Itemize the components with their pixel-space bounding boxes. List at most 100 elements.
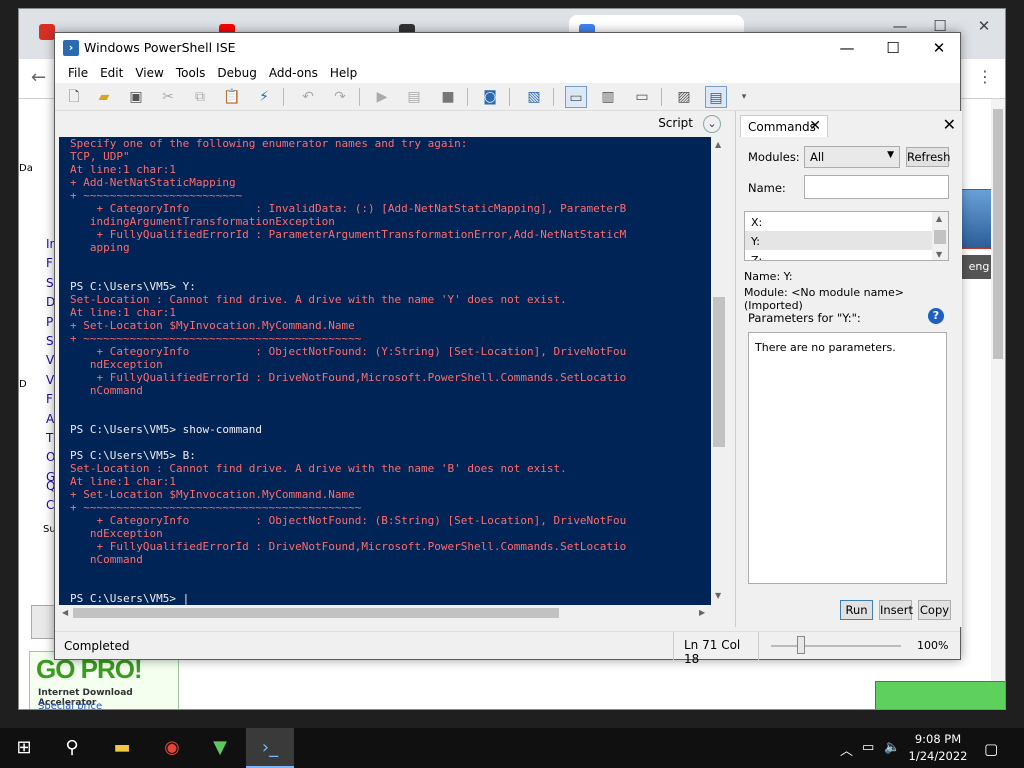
volume-icon[interactable]: 🔈 (884, 740, 900, 755)
scrollbar-thumb[interactable] (993, 109, 1003, 359)
save-icon[interactable]: ▣ (125, 86, 147, 108)
clear-console-icon[interactable]: ⚡ (253, 86, 275, 108)
file-explorer-icon[interactable]: ▬ (98, 728, 146, 768)
menu-tools[interactable]: Tools (170, 63, 212, 83)
toolbar-separator (467, 88, 468, 106)
run-selection-icon[interactable]: ▤ (403, 86, 425, 108)
menu-file[interactable]: File (62, 63, 94, 83)
chrome-icon[interactable]: ◉ (148, 728, 196, 768)
status-bar: Completed Ln 71 Col 18 100% (55, 631, 960, 666)
chevron-down-icon[interactable]: ⌄ (703, 115, 721, 133)
menu-help[interactable]: Help (324, 63, 363, 83)
menu-add-ons[interactable]: Add-ons (263, 63, 324, 83)
name-input[interactable] (804, 175, 949, 199)
console-line: Set-Location : Cannot find drive. A driv… (70, 293, 567, 306)
script-label[interactable]: Script (658, 116, 693, 130)
search-icon[interactable]: ⚲ (48, 728, 96, 768)
maximize-icon[interactable]: ☐ (870, 33, 916, 63)
windows-start-icon[interactable]: ⊞ (0, 728, 48, 768)
menu-view[interactable]: View (129, 63, 169, 83)
console-pane[interactable]: Specify one of the following enumerator … (59, 137, 711, 605)
script-pane-right-icon[interactable]: ▥ (597, 86, 619, 108)
run-script-icon[interactable]: ▶ (371, 86, 393, 108)
copy-button[interactable]: Copy (918, 600, 951, 620)
new-file-icon[interactable]: 🗋 (63, 86, 85, 108)
console-line: + FullyQualifiedErrorId : DriveNotFound,… (70, 540, 627, 553)
script-pane-maximized-icon[interactable]: ▭ (631, 86, 653, 108)
modules-select[interactable]: All ▼ (804, 146, 900, 168)
clock-date: 1/24/2022 (908, 749, 968, 763)
show-hidden-icons-icon[interactable]: ︿ (840, 740, 853, 759)
script-pane-top-icon[interactable]: ▭ (565, 86, 587, 108)
commands-tab[interactable]: Commands ✕ (740, 115, 828, 137)
command-list[interactable]: X: Y: Z: ▲ ▼ (744, 211, 949, 261)
remote-powershell-icon[interactable]: ◙ (479, 86, 501, 108)
ise-titlebar: › Windows PowerShell ISE — ☐ ✕ (55, 33, 960, 63)
stop-icon[interactable]: ■ (437, 86, 459, 108)
insert-button[interactable]: Insert (879, 600, 913, 620)
start-powershell-icon[interactable]: ▧ (523, 86, 545, 108)
cut-icon[interactable]: ✂ (157, 86, 179, 108)
console-line: + ~~~~~~~~~~~~~~~~~~~~~~~~ (70, 189, 243, 202)
list-item[interactable]: Z: (745, 250, 948, 260)
copy-icon[interactable]: ⧉ (189, 86, 211, 108)
window-title: Windows PowerShell ISE (84, 40, 236, 55)
toolbar-overflow-icon[interactable]: ▾ (733, 86, 755, 108)
scrollbar-thumb[interactable] (713, 297, 725, 447)
zoom-slider-track[interactable] (771, 645, 901, 647)
menu-debug[interactable]: Debug (211, 63, 262, 83)
browser-close-icon[interactable]: ✕ (969, 15, 999, 37)
list-scrollbar[interactable]: ▲ ▼ (932, 212, 948, 260)
console-line: PS C:\Users\VM5> B: (70, 449, 196, 462)
menu-edit[interactable]: Edit (94, 63, 129, 83)
close-icon[interactable]: ✕ (916, 33, 962, 63)
notification-icon[interactable]: ▢ (984, 740, 998, 758)
no-parameters-text: There are no parameters. (755, 341, 896, 354)
kebab-menu-icon[interactable]: ⋮ (977, 67, 993, 86)
idm-download-widget[interactable] (875, 681, 1005, 709)
list-item-selected[interactable]: Y: (745, 231, 948, 250)
console-horizontal-scrollbar[interactable]: ◀ ▶ (59, 605, 711, 621)
close-pane-icon[interactable]: ✕ (943, 115, 956, 134)
network-icon[interactable]: ▭ (862, 740, 874, 755)
scroll-right-icon[interactable]: ▶ (699, 608, 705, 617)
powershell-taskbar-icon[interactable]: ›_ (246, 728, 294, 768)
system-clock[interactable]: 9:08 PM 1/24/2022 (904, 731, 972, 765)
console-line: + Set-Location $MyInvocation.MyCommand.N… (70, 319, 355, 332)
minimize-icon[interactable]: — (824, 33, 870, 63)
open-folder-icon[interactable]: ▰ (93, 86, 115, 108)
scroll-left-icon[interactable]: ◀ (62, 608, 68, 617)
console-line: + CategoryInfo : ObjectNotFound: (B:Stri… (70, 514, 627, 527)
banner-special-link[interactable]: Special price (38, 701, 102, 709)
zoom-slider-handle[interactable] (797, 636, 805, 654)
script-pane-bar: Script ⌄ (55, 113, 731, 135)
refresh-button[interactable]: Refresh (906, 147, 950, 167)
scroll-up-icon[interactable]: ▲ (936, 214, 942, 223)
redo-icon[interactable]: ↷ (329, 86, 351, 108)
show-script-pane-icon[interactable]: ▨ (673, 86, 695, 108)
browser-scrollbar[interactable] (991, 99, 1005, 709)
run-button[interactable]: Run (840, 600, 873, 620)
scroll-down-icon[interactable]: ▼ (715, 591, 721, 600)
console-vertical-scrollbar[interactable]: ▲ ▼ (711, 137, 727, 605)
console-line: TCP, UDP" (70, 150, 130, 163)
paste-icon[interactable]: 📋 (221, 86, 243, 108)
scroll-up-icon[interactable]: ▲ (715, 140, 721, 149)
undo-icon[interactable]: ↶ (297, 86, 319, 108)
download-manager-icon[interactable]: ▼ (196, 728, 244, 768)
scroll-down-icon[interactable]: ▼ (936, 250, 942, 259)
list-item[interactable]: X: (745, 212, 948, 231)
close-tab-icon[interactable]: ✕ (809, 118, 821, 134)
show-command-addon-icon[interactable]: ▤ (705, 86, 727, 108)
scrollbar-thumb[interactable] (73, 608, 559, 618)
name-label: Name: (748, 181, 786, 195)
console-line: + Add-NetNatStaticMapping (70, 176, 236, 189)
help-icon[interactable]: ? (928, 308, 944, 324)
console-line: ndException (70, 358, 163, 371)
console-line: At line:1 char:1 (70, 163, 176, 176)
scrollbar-thumb[interactable] (934, 230, 946, 244)
back-arrow-icon[interactable]: ← (31, 67, 46, 88)
